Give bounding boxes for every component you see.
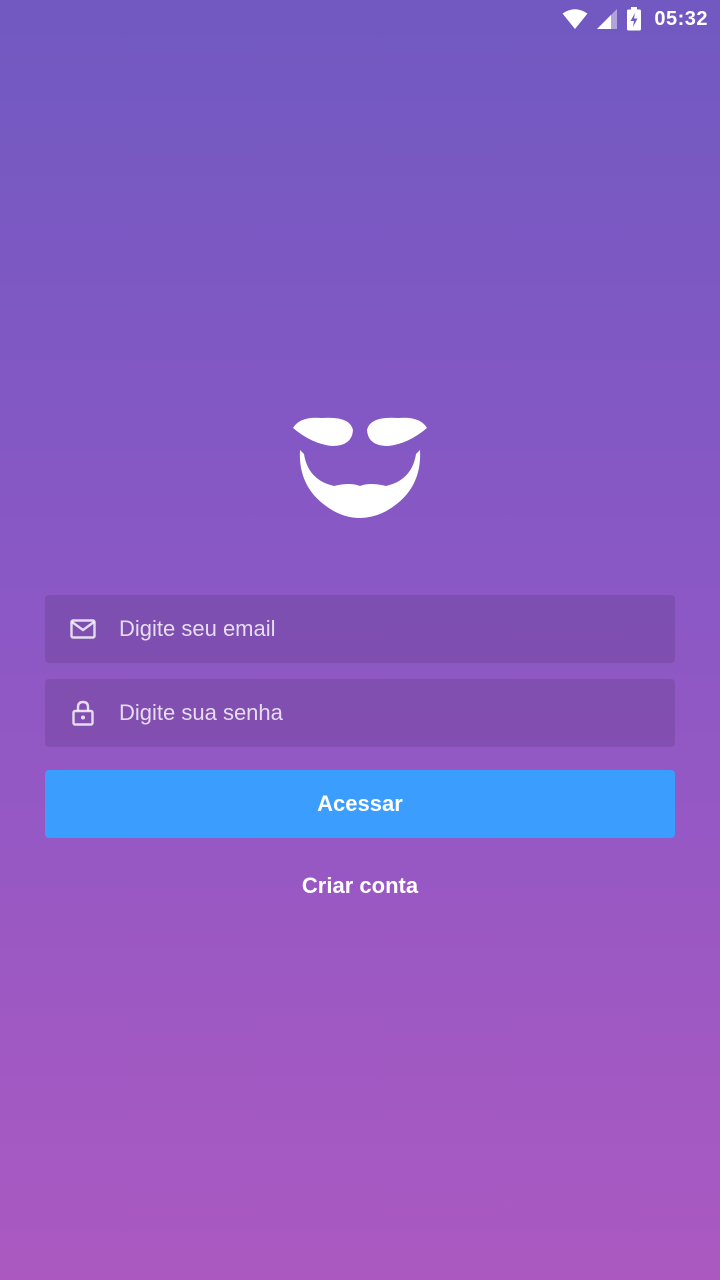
status-time: 05:32	[654, 7, 708, 30]
password-field	[45, 679, 675, 747]
mustache-beard-icon	[290, 410, 430, 522]
create-account-link[interactable]: Criar conta	[0, 868, 720, 904]
battery-charging-icon	[626, 7, 642, 31]
status-bar: 05:32	[0, 0, 720, 38]
wifi-icon	[562, 8, 588, 30]
mail-icon	[69, 615, 97, 643]
password-input[interactable]	[119, 679, 675, 747]
access-button[interactable]: Acessar	[45, 770, 675, 838]
email-field	[45, 595, 675, 663]
email-input[interactable]	[119, 595, 675, 663]
login-screen: 05:32 Acessar C	[0, 0, 720, 1280]
lock-icon	[69, 699, 97, 727]
cellular-signal-icon	[596, 8, 618, 30]
